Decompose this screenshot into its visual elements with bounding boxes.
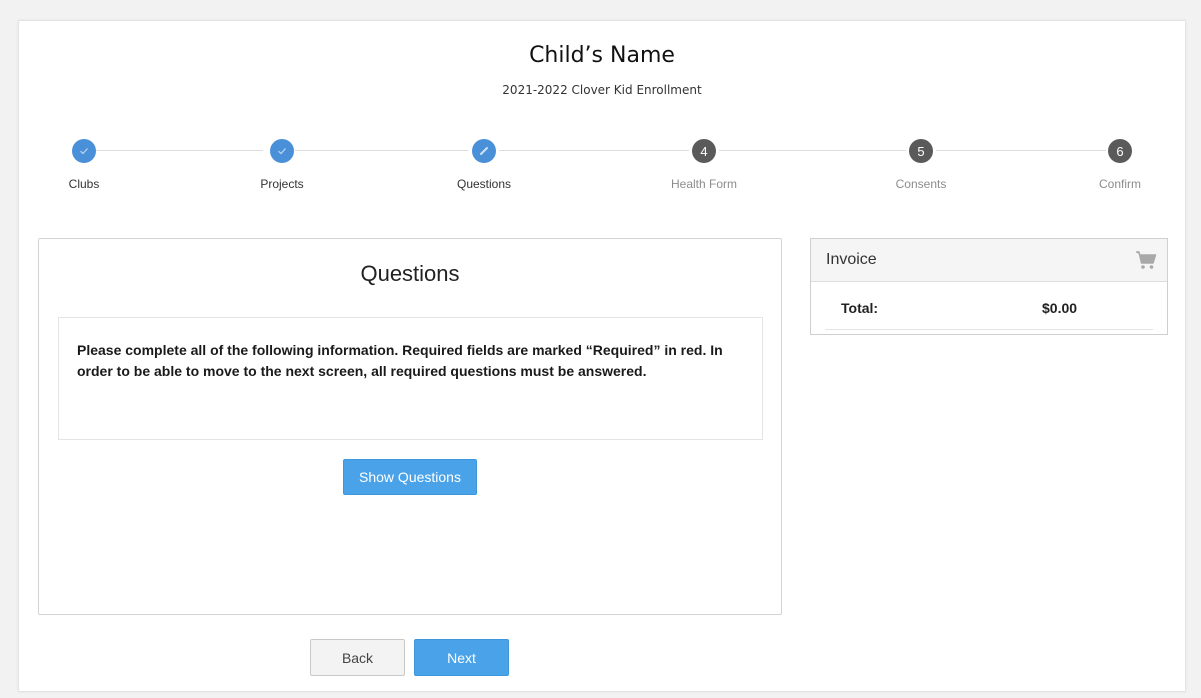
step-health-form[interactable]: 4 Health Form [644,136,764,191]
step-label: Consents [895,177,947,191]
step-confirm[interactable]: 6 Confirm [1060,136,1180,191]
instructions-box: Please complete all of the following inf… [58,317,763,440]
step-label: Projects [260,177,304,191]
enrollment-subtitle: 2021-2022 Clover Kid Enrollment [502,83,702,97]
enrollment-card: Child’s Name 2021-2022 Clover Kid Enroll… [18,20,1186,692]
next-button[interactable]: Next [414,639,509,676]
step-label: Confirm [1098,177,1141,191]
step-questions[interactable]: Questions [424,136,544,191]
total-value: $0.00 [1042,300,1078,316]
show-questions-button[interactable]: Show Questions [343,459,477,495]
step-label: Questions [456,177,512,191]
invoice-total-row: Total: $0.00 [811,282,1167,332]
step-number: 5 [909,139,933,163]
invoice-header: Invoice [811,239,1167,282]
pencil-icon [472,139,496,163]
progress-stepper: Clubs Projects Questions 4 Health Form 5… [19,136,1187,196]
step-label: Health Form [670,177,738,191]
shopping-cart-icon [1135,250,1157,270]
step-clubs[interactable]: Clubs [24,136,144,191]
back-button[interactable]: Back [310,639,405,676]
invoice-panel: Invoice Total: $0.00 [810,238,1168,335]
check-icon [72,139,96,163]
divider [825,329,1153,330]
step-number: 6 [1108,139,1132,163]
questions-title: Questions [360,261,460,286]
questions-panel: Questions Please complete all of the fol… [38,238,782,615]
child-name-title: Child’s Name [529,43,675,68]
step-consents[interactable]: 5 Consents [861,136,981,191]
step-number: 4 [692,139,716,163]
invoice-title: Invoice [826,251,877,268]
step-projects[interactable]: Projects [222,136,342,191]
instructions-text: Please complete all of the following inf… [77,342,723,379]
check-icon [270,139,294,163]
total-label: Total: [841,300,879,316]
step-label: Clubs [68,177,100,191]
